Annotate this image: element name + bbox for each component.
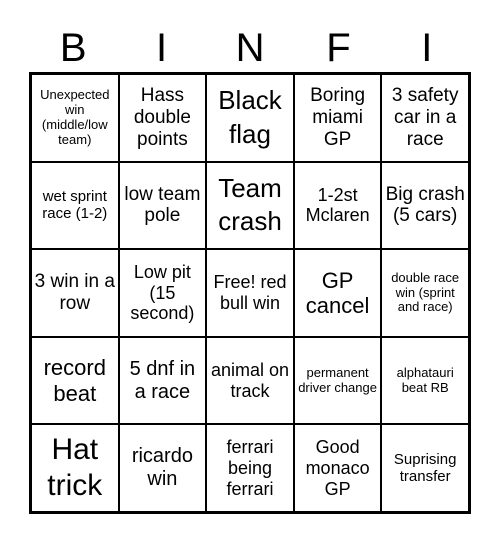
bingo-cell[interactable]: Hat trick (31, 424, 119, 512)
bingo-cell[interactable]: Good monaco GP (293, 424, 382, 512)
header-letter: B (59, 26, 87, 70)
bingo-cell[interactable]: ricardo win (118, 424, 207, 512)
bingo-cell[interactable]: alphatauri beat RB (381, 336, 469, 425)
bingo-cell[interactable]: 3 safety car in a race (381, 74, 469, 162)
bingo-cell[interactable]: double race win (sprint and race) (381, 249, 469, 337)
bingo-cell[interactable]: low team pole (118, 161, 207, 250)
bingo-cell[interactable]: Hass double points (118, 74, 207, 162)
header-letter: F (326, 26, 351, 70)
header-letter: N (235, 26, 265, 70)
bingo-cell[interactable]: record beat (31, 336, 119, 425)
bingo-header: B I N F I (29, 24, 471, 72)
bingo-cell[interactable]: Free! red bull win (206, 249, 294, 337)
bingo-cell[interactable]: ferrari being ferrari (206, 424, 294, 512)
bingo-cell[interactable]: Suprising transfer (381, 424, 469, 512)
bingo-cell[interactable]: GP cancel (293, 249, 382, 337)
bingo-cell[interactable]: wet sprint race (1-2) (31, 161, 119, 250)
bingo-cell[interactable]: Black flag (206, 74, 294, 162)
header-letter: I (421, 26, 433, 70)
bingo-cell[interactable]: Team crash (206, 161, 294, 250)
bingo-cell[interactable]: 1-2st Mclaren (293, 161, 382, 250)
bingo-cell[interactable]: permanent driver change (293, 336, 382, 425)
bingo-cell[interactable]: 5 dnf in a race (118, 336, 207, 425)
bingo-card-grid: Unexpected win (middle/low team) Hass do… (29, 72, 471, 514)
bingo-cell[interactable]: Boring miami GP (293, 74, 382, 162)
bingo-cell[interactable]: animal on track (206, 336, 294, 425)
bingo-cell[interactable]: Big crash (5 cars) (381, 161, 469, 250)
bingo-cell[interactable]: Unexpected win (middle/low team) (31, 74, 119, 162)
bingo-cell[interactable]: Low pit (15 second) (118, 249, 207, 337)
header-letter: I (156, 26, 168, 70)
bingo-cell[interactable]: 3 win in a row (31, 249, 119, 337)
